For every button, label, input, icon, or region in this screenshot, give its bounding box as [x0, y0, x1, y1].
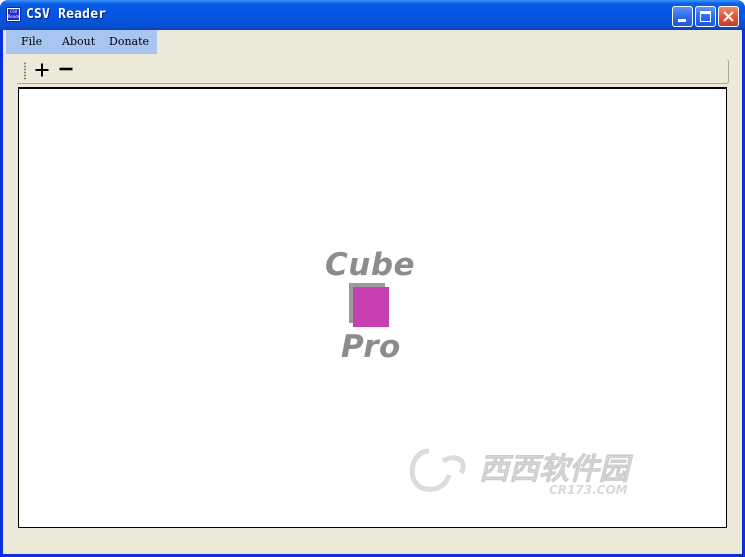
watermark-text: 西西软件园 [479, 452, 634, 487]
plus-icon[interactable] [33, 61, 51, 79]
site-watermark: 西西软件园 CR173.COM [409, 448, 634, 497]
minimize-icon [678, 19, 686, 22]
app-window: CSV Reader CSV Reader File About Donate [0, 0, 745, 557]
menu-about[interactable]: About [62, 35, 95, 48]
toolbar [17, 59, 729, 84]
logo-text-pro: Pro [341, 329, 401, 365]
toolbar-grip[interactable] [24, 62, 26, 80]
title-bar[interactable]: CSV Reader CSV Reader [0, 0, 745, 30]
app-icon[interactable]: CSV Reader [6, 7, 21, 22]
app-icon-glyph: CSV Reader [8, 9, 19, 20]
cube-pro-logo: Cube Pro [319, 247, 429, 367]
window-title: CSV Reader [26, 7, 107, 22]
content-panel[interactable]: Cube Pro 西西软件园 CR173.COM [18, 87, 727, 528]
maximize-icon [700, 11, 711, 22]
menu-file[interactable]: File [21, 35, 42, 48]
maximize-button[interactable] [695, 6, 716, 27]
watermark-subtext: CR173.COM [549, 483, 628, 497]
menu-bar: File About Donate [6, 30, 157, 54]
close-button[interactable] [718, 6, 739, 27]
logo-text-cube: Cube [325, 247, 416, 283]
minus-icon[interactable] [57, 61, 75, 79]
logo-cube [353, 287, 389, 327]
minimize-button[interactable] [672, 6, 693, 27]
close-icon [723, 11, 734, 22]
menu-donate[interactable]: Donate [109, 35, 149, 48]
